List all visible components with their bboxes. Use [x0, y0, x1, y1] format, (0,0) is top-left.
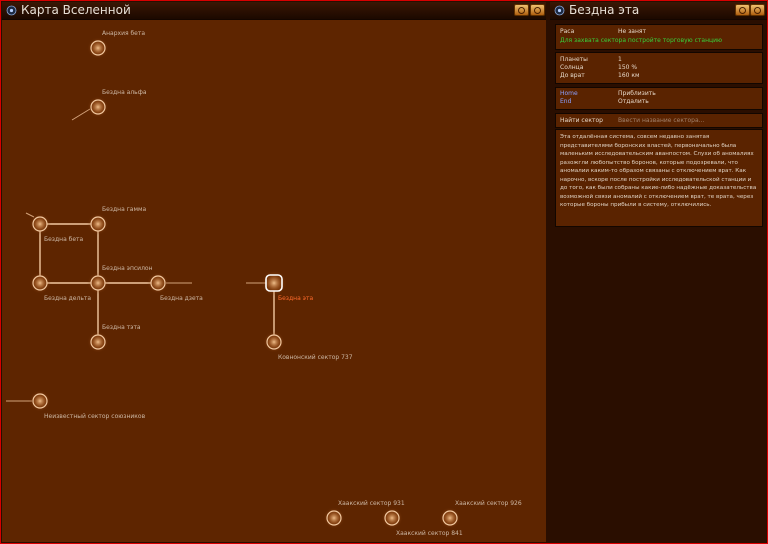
race-label: Раса	[560, 28, 575, 35]
sector-node-khaak-931[interactable]	[323, 507, 345, 529]
zoom-controls-box: Home Приблизить End Отдалить	[555, 87, 763, 110]
capture-hint: Для захвата сектора постройте торговую с…	[560, 37, 723, 44]
sector-description-box: Эта отдалённая система, совсем недавно з…	[555, 129, 763, 227]
planets-label: Планеты	[560, 56, 588, 63]
sector-titlebar: Бездна эта	[550, 2, 767, 20]
sector-label-khaak-926[interactable]: Хаакский сектор 926	[455, 500, 522, 507]
close-icon	[754, 7, 761, 14]
sector-node-khaak-841[interactable]	[381, 507, 403, 529]
find-sector-input[interactable]: Ввести название сектора...	[618, 117, 704, 124]
sector-node-abyss-epsilon[interactable]	[87, 272, 109, 294]
sector-label-anarchy-beta[interactable]: Анархия бета	[102, 30, 145, 37]
sector-info-panel: Бездна эта Раса Не занят Для захвата сек…	[550, 2, 767, 542]
race-box: Раса Не занят Для захвата сектора постро…	[555, 24, 763, 50]
map-title: Карта Вселенной	[21, 3, 131, 17]
sector-node-abyss-beta[interactable]	[29, 213, 51, 235]
game-window: Карта Вселенной Анархия бета Бездна альф…	[0, 0, 768, 544]
home-key: Home	[560, 90, 578, 97]
gate-distance-label: До врат	[560, 72, 585, 79]
back-icon	[739, 7, 746, 14]
sector-node-khaak-926[interactable]	[439, 507, 461, 529]
zoom-out-action[interactable]: Отдалить	[618, 98, 649, 105]
sector-label-abyss-delta[interactable]: Бездна дельта	[44, 295, 91, 302]
sector-node-unknown-allies[interactable]	[29, 390, 51, 412]
find-sector-label: Найти сектор	[560, 117, 603, 124]
sector-label-abyss-alpha[interactable]: Бездна альфа	[102, 89, 147, 96]
sector-label-unknown-allies[interactable]: Неизвестный сектор союзников	[44, 413, 145, 420]
map-canvas[interactable]: Анархия бета Бездна альфа Бездна гамма Б…	[2, 20, 546, 542]
find-sector-box: Найти сектор Ввести название сектора...	[555, 113, 763, 128]
sector-description: Эта отдалённая система, совсем недавно з…	[560, 134, 757, 208]
pin-button[interactable]	[514, 4, 529, 16]
universe-map-panel: Карта Вселенной Анархия бета Бездна альф…	[2, 2, 546, 542]
sector-label-abyss-beta[interactable]: Бездна бета	[44, 236, 83, 243]
sector-node-abyss-zeta[interactable]	[147, 272, 169, 294]
sector-title: Бездна эта	[569, 3, 640, 17]
planets-value: 1	[618, 56, 622, 63]
suns-label: Солнца	[560, 64, 584, 71]
zoom-in-action[interactable]: Приблизить	[618, 90, 656, 97]
map-titlebar: Карта Вселенной	[2, 2, 546, 20]
sector-node-abyss-alpha[interactable]	[87, 96, 109, 118]
sector-node-kovnon-737[interactable]	[263, 331, 285, 353]
minimize-icon	[534, 7, 541, 14]
back-button[interactable]	[735, 4, 750, 16]
sector-label-abyss-zeta[interactable]: Бездна дзета	[160, 295, 203, 302]
suns-value: 150 %	[618, 64, 638, 71]
sector-label-khaak-931[interactable]: Хаакский сектор 931	[338, 500, 405, 507]
end-key: End	[560, 98, 572, 105]
sector-node-abyss-gamma[interactable]	[87, 213, 109, 235]
sector-stats-box: Планеты 1 Солнца 150 % До врат 160 км	[555, 52, 763, 84]
sector-nodes	[29, 37, 461, 529]
star-map-icon	[6, 5, 17, 16]
race-value: Не занят	[618, 28, 647, 35]
sector-node-abyss-eta[interactable]	[261, 270, 287, 296]
sector-graph	[6, 37, 461, 529]
sector-node-abyss-delta[interactable]	[29, 272, 51, 294]
star-map-icon	[554, 5, 565, 16]
sector-node-abyss-theta[interactable]	[87, 331, 109, 353]
sector-label-khaak-841[interactable]: Хаакский сектор 841	[396, 530, 463, 537]
sector-label-abyss-gamma[interactable]: Бездна гамма	[102, 206, 146, 213]
sector-node-anarchy-beta[interactable]	[87, 37, 109, 59]
sector-label-abyss-theta[interactable]: Бездна тэта	[102, 324, 141, 331]
sector-label-abyss-eta[interactable]: Бездна эта	[278, 295, 313, 302]
sector-label-kovnon-737[interactable]: Ковнонский сектор 737	[278, 354, 353, 361]
close-button[interactable]	[750, 4, 765, 16]
gate-distance-value: 160 км	[618, 72, 640, 79]
pin-icon	[518, 7, 525, 14]
sector-label-abyss-epsilon[interactable]: Бездна эпсилон	[102, 265, 153, 272]
gate-stubs	[6, 108, 266, 402]
minimize-button[interactable]	[530, 4, 545, 16]
